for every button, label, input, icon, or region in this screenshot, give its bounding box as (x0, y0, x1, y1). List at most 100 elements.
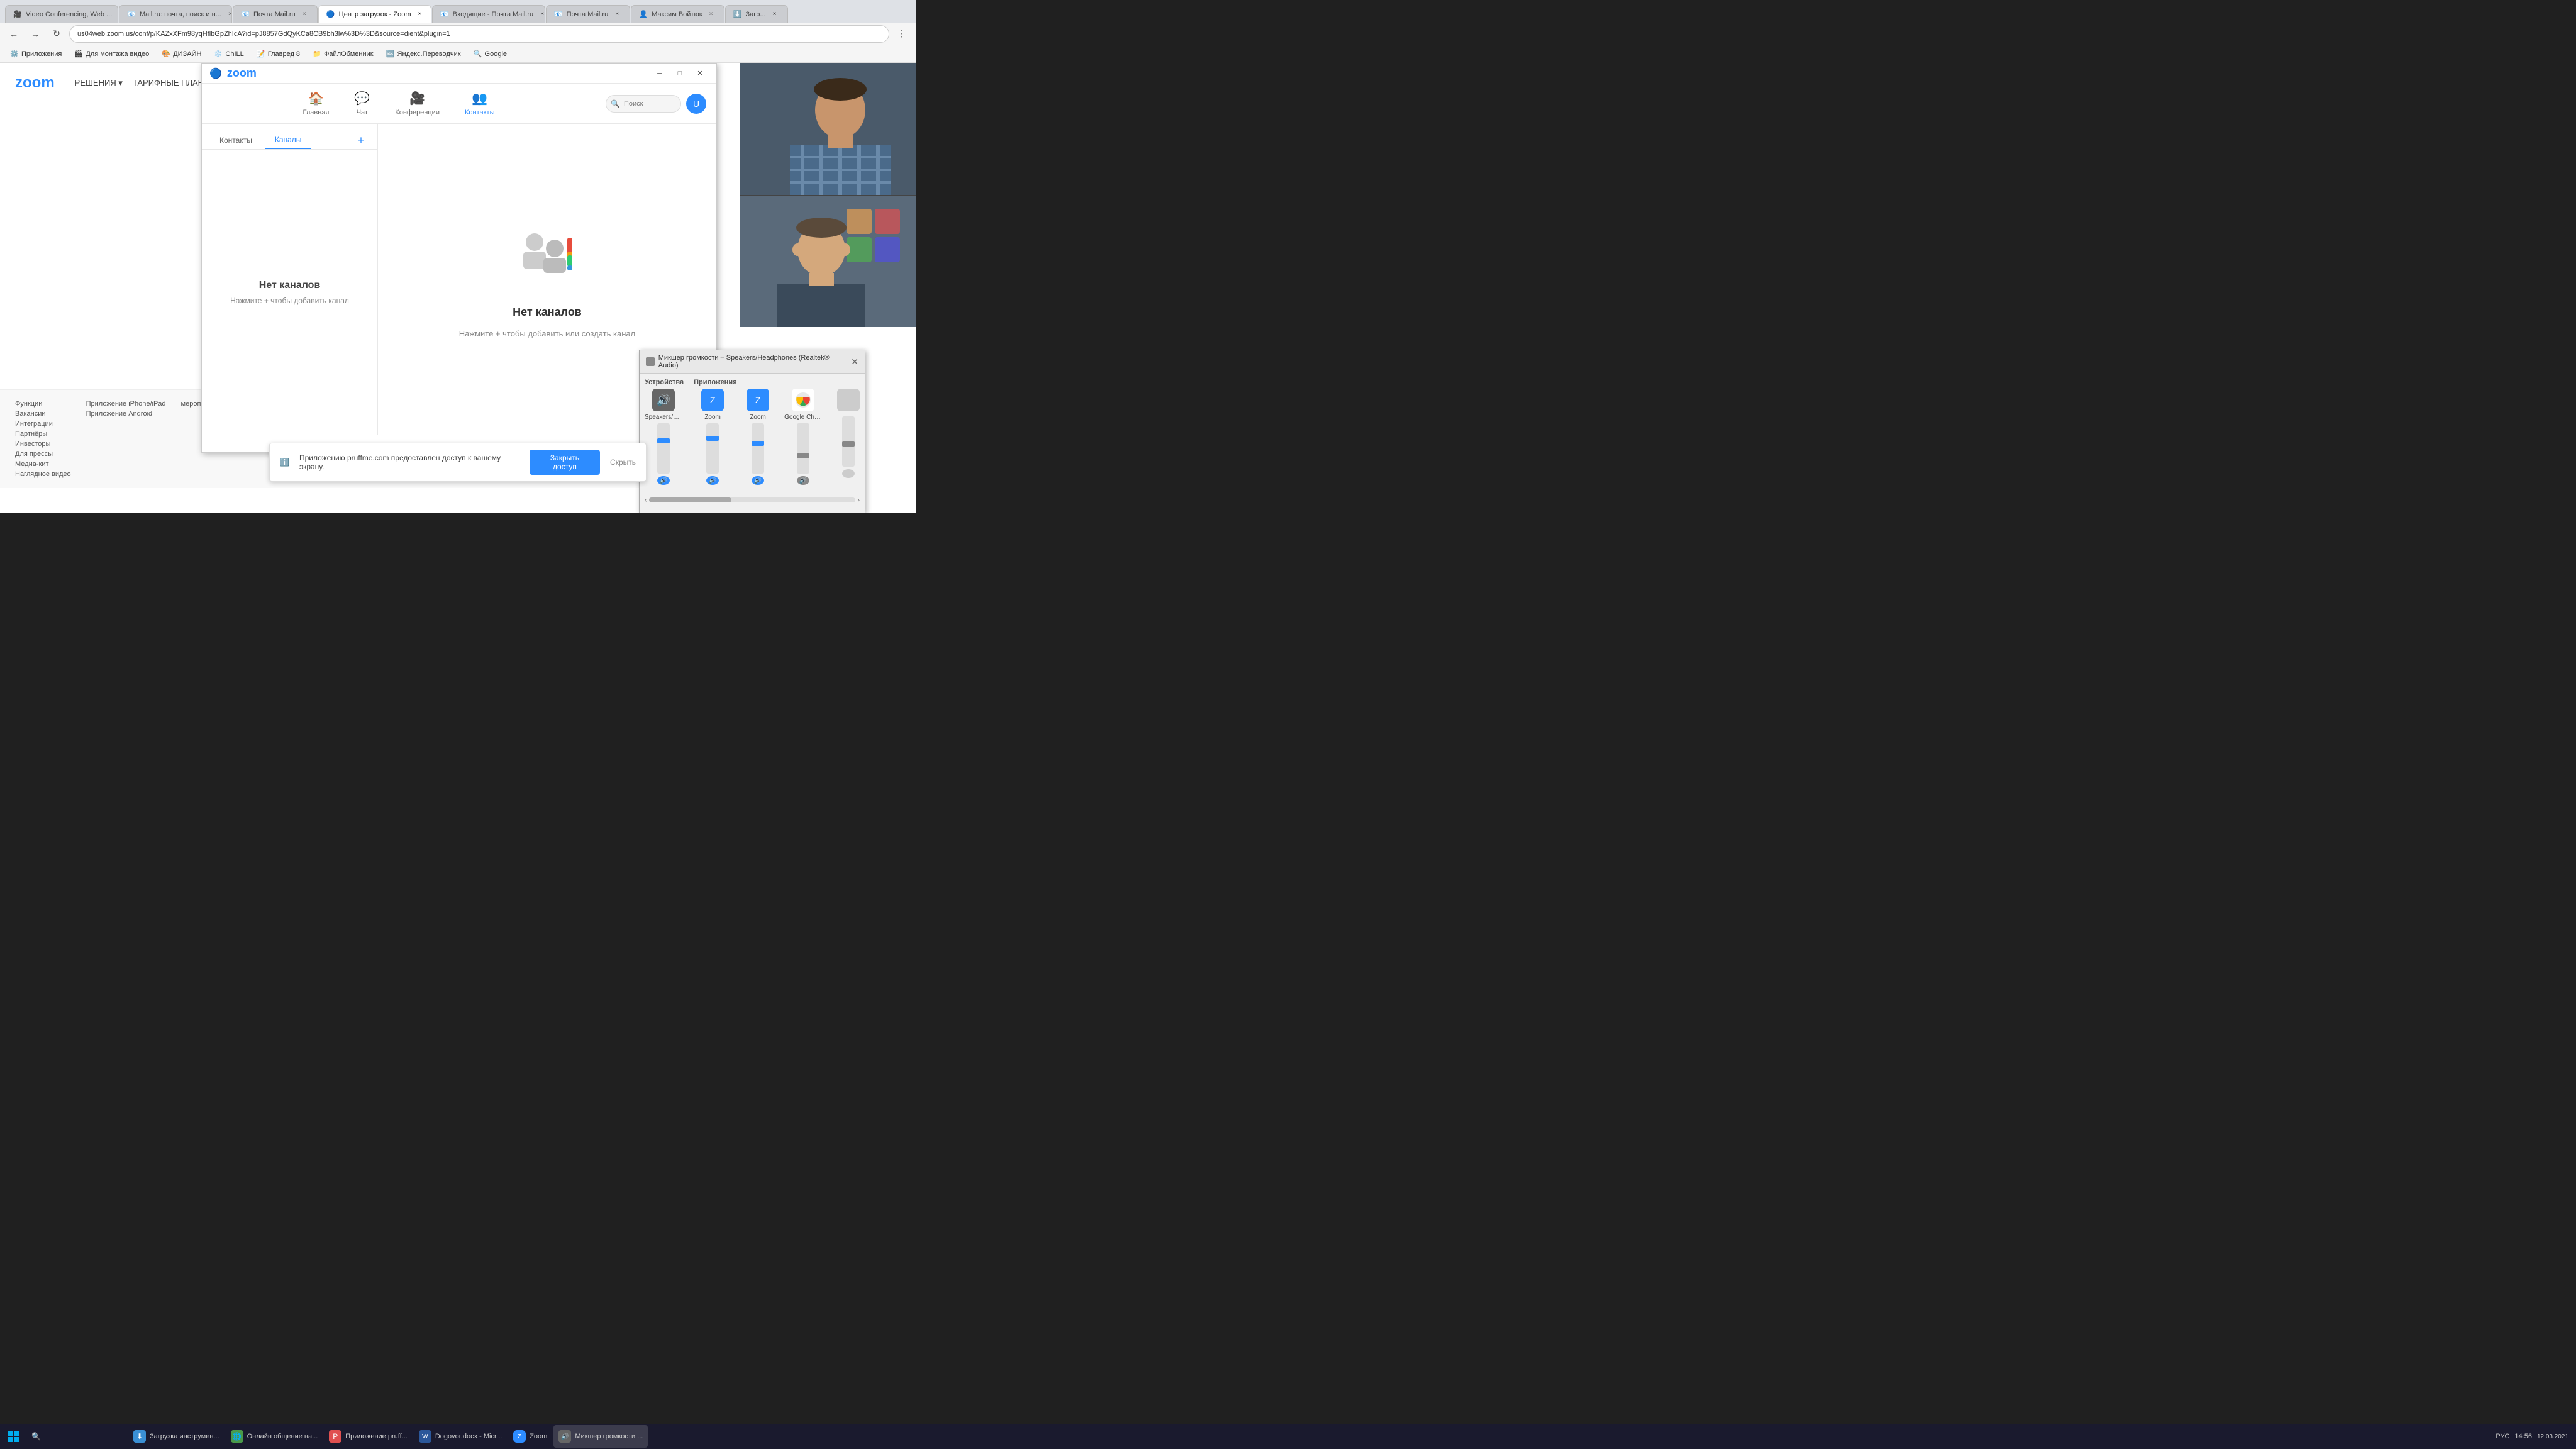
footer-link-video[interactable]: Наглядное видео (15, 470, 71, 478)
zoom-nav-conferences[interactable]: 🎥 Конференции (387, 87, 447, 120)
bookmark-yandex[interactable]: 🔤 Яндекс.Переводчик (381, 48, 466, 60)
webcam-area (740, 63, 916, 327)
content-area: zoom РЕШЕНИЯ ▾ ТАРИФНЫЕ ПЛАНЫ И Ц... КОН… (0, 63, 916, 513)
footer-link-investors[interactable]: Инвесторы (15, 440, 71, 448)
footer-link-android[interactable]: Приложение Android (86, 410, 166, 418)
taskbar-label-1: Загрузка инструмен... (150, 1433, 219, 1440)
zoom-fader-2[interactable] (752, 423, 764, 474)
tab-close-8[interactable]: × (770, 9, 780, 19)
taskbar-label-mixer: Микшер громкости ... (575, 1433, 643, 1440)
footer-link-mediakit[interactable]: Медиа-кит (15, 460, 71, 468)
zoom-fader-handle-1[interactable] (706, 436, 719, 441)
mixer-scrollbar[interactable] (649, 497, 855, 502)
speakers-fader-handle[interactable] (657, 438, 670, 443)
extensions-button[interactable]: ⋮ (893, 25, 911, 43)
zoom-profile-avatar[interactable]: U (686, 94, 706, 114)
mixer-scroll-right[interactable]: › (858, 497, 860, 504)
browser-tab-1[interactable]: 🎥 Video Conferencing, Web ... × (5, 5, 118, 23)
speakers-fader[interactable] (657, 423, 670, 474)
add-channel-button[interactable]: + (352, 131, 370, 149)
unknown-fader-handle[interactable] (842, 441, 855, 447)
zoom-search-container: 🔍 (606, 95, 681, 113)
zoom-fader-handle-2[interactable] (752, 441, 764, 446)
bookmark-fileexchange[interactable]: 📁 ФайлОбменник (308, 48, 378, 60)
close-button[interactable]: ✕ (691, 66, 709, 81)
speakers-mute[interactable]: 🔊 (657, 476, 670, 485)
browser-tab-6[interactable]: 📧 Почта Mail.ru × (546, 5, 631, 23)
contacts-icon: 👥 (472, 91, 487, 106)
tab-close-1[interactable]: × (116, 9, 118, 19)
mixer-close-button[interactable]: ✕ (851, 357, 858, 367)
taskbar-item-1[interactable]: ⬇ Загрузка инструмен... (128, 1425, 225, 1448)
footer-link-partners[interactable]: Партнёры (15, 430, 71, 438)
minimize-button[interactable]: ─ (651, 66, 669, 81)
browser-tab-4[interactable]: 🔵 Центр загрузок - Zoom × (318, 5, 431, 23)
windows-logo (8, 1430, 20, 1443)
maximize-button[interactable]: □ (671, 66, 689, 81)
bookmark-apps[interactable]: ⚙️ Приложения (5, 48, 67, 60)
chrome-fader-handle[interactable] (797, 453, 809, 458)
start-button[interactable] (3, 1425, 25, 1448)
zoom-navigation: 🏠 Главная 💬 Чат 🎥 Конференции 👥 Контакты (202, 84, 716, 124)
unknown-fader[interactable] (842, 416, 855, 467)
footer-link-iphone[interactable]: Приложение iPhone/iPad (86, 400, 166, 408)
mixer-scrollbar-thumb[interactable] (649, 497, 731, 502)
address-bar[interactable]: us04web.zoom.us/conf/p/KAZxXFm98yqHflbGp… (69, 25, 889, 43)
refresh-button[interactable]: ↻ (48, 25, 65, 43)
dismiss-notification-button[interactable]: Скрыть (610, 458, 636, 467)
bookmark-video[interactable]: 🎬 Для монтажа видео (69, 48, 154, 60)
website-nav-solutions[interactable]: РЕШЕНИЯ ▾ (75, 78, 123, 88)
back-button[interactable]: ← (5, 25, 23, 43)
zoom-favicon: 🔵 (209, 67, 222, 80)
webcam-person-1 (740, 63, 916, 195)
mixer-title-text: Микшер громкости – Speakers/Headphones (… (658, 354, 848, 369)
bookmark-chill[interactable]: ❄️ ChILL (209, 48, 248, 60)
zoom-nav-chat[interactable]: 💬 Чат (347, 87, 377, 120)
system-tray-time: 14:56 (2514, 1433, 2532, 1440)
chrome-fader[interactable] (797, 423, 809, 474)
taskbar-item-2[interactable]: 🌐 Онлайн общение на... (226, 1425, 323, 1448)
footer-link-integrations[interactable]: Интеграции (15, 420, 71, 428)
zoom-fader-1[interactable] (706, 423, 719, 474)
bookmarks-bar: ⚙️ Приложения 🎬 Для монтажа видео 🎨 ДИЗА… (0, 45, 916, 63)
zoom-mute-1[interactable]: 🔊 (706, 476, 719, 485)
tab-close-7[interactable]: × (706, 9, 716, 19)
taskbar-search[interactable]: 🔍 (26, 1425, 127, 1448)
channels-tab[interactable]: Каналы (265, 131, 312, 149)
taskbar-item-mixer[interactable]: 🔊 Микшер громкости ... (553, 1425, 648, 1448)
forward-button[interactable]: → (26, 25, 44, 43)
mixer-devices-title: Устройства (645, 379, 684, 389)
tab-close-4[interactable]: × (415, 9, 425, 19)
zoom-titlebar: 🔵 zoom ─ □ ✕ (202, 64, 716, 84)
footer-link-jobs[interactable]: Вакансии (15, 410, 71, 418)
tab-close-2[interactable]: × (225, 9, 232, 19)
browser-tab-7[interactable]: 👤 Максим Войтюк × (631, 5, 724, 23)
taskbar-item-3[interactable]: P Приложение pruff... (324, 1425, 413, 1448)
taskbar-icon-download: ⬇ (133, 1430, 146, 1443)
taskbar-item-word[interactable]: W Dogovor.docx - Micr... (414, 1425, 507, 1448)
taskbar-icon-word: W (419, 1430, 431, 1443)
tab-close-5[interactable]: × (537, 9, 545, 19)
zoom-mute-2[interactable]: 🔊 (752, 476, 764, 485)
bookmark-google[interactable]: 🔍 Google (469, 48, 512, 60)
taskbar-item-zoom[interactable]: Z Zoom (508, 1425, 552, 1448)
bookmark-design[interactable]: 🎨 ДИЗАЙН (157, 48, 206, 60)
unknown-mute[interactable] (842, 469, 855, 478)
tab-close-6[interactable]: × (612, 9, 622, 19)
browser-tab-3[interactable]: 📧 Почта Mail.ru × (233, 5, 318, 23)
contacts-tab[interactable]: Контакты (209, 131, 262, 149)
bookmark-favicon-design: 🎨 (162, 50, 170, 58)
browser-tab-8[interactable]: ⬇️ Загр... × (725, 5, 788, 23)
footer-link-press[interactable]: Для прессы (15, 450, 71, 458)
browser-tab-2[interactable]: 📧 Mail.ru: почта, поиск и н... × (119, 5, 232, 23)
browser-tab-5[interactable]: 📧 Входящие - Почта Mail.ru × (432, 5, 545, 23)
footer-link-features[interactable]: Функции (15, 400, 71, 408)
bookmark-glavred[interactable]: 📝 Главред 8 (252, 48, 305, 60)
close-access-button[interactable]: Закрыть доступ (530, 450, 600, 475)
zoom-nav-contacts[interactable]: 👥 Контакты (457, 87, 502, 120)
tab-close-3[interactable]: × (299, 9, 309, 19)
window-controls: ─ □ ✕ (651, 66, 709, 81)
mixer-scroll-left[interactable]: ‹ (645, 497, 647, 504)
chrome-mute[interactable]: 🔊 (797, 476, 809, 485)
zoom-nav-home[interactable]: 🏠 Главная (296, 87, 337, 120)
